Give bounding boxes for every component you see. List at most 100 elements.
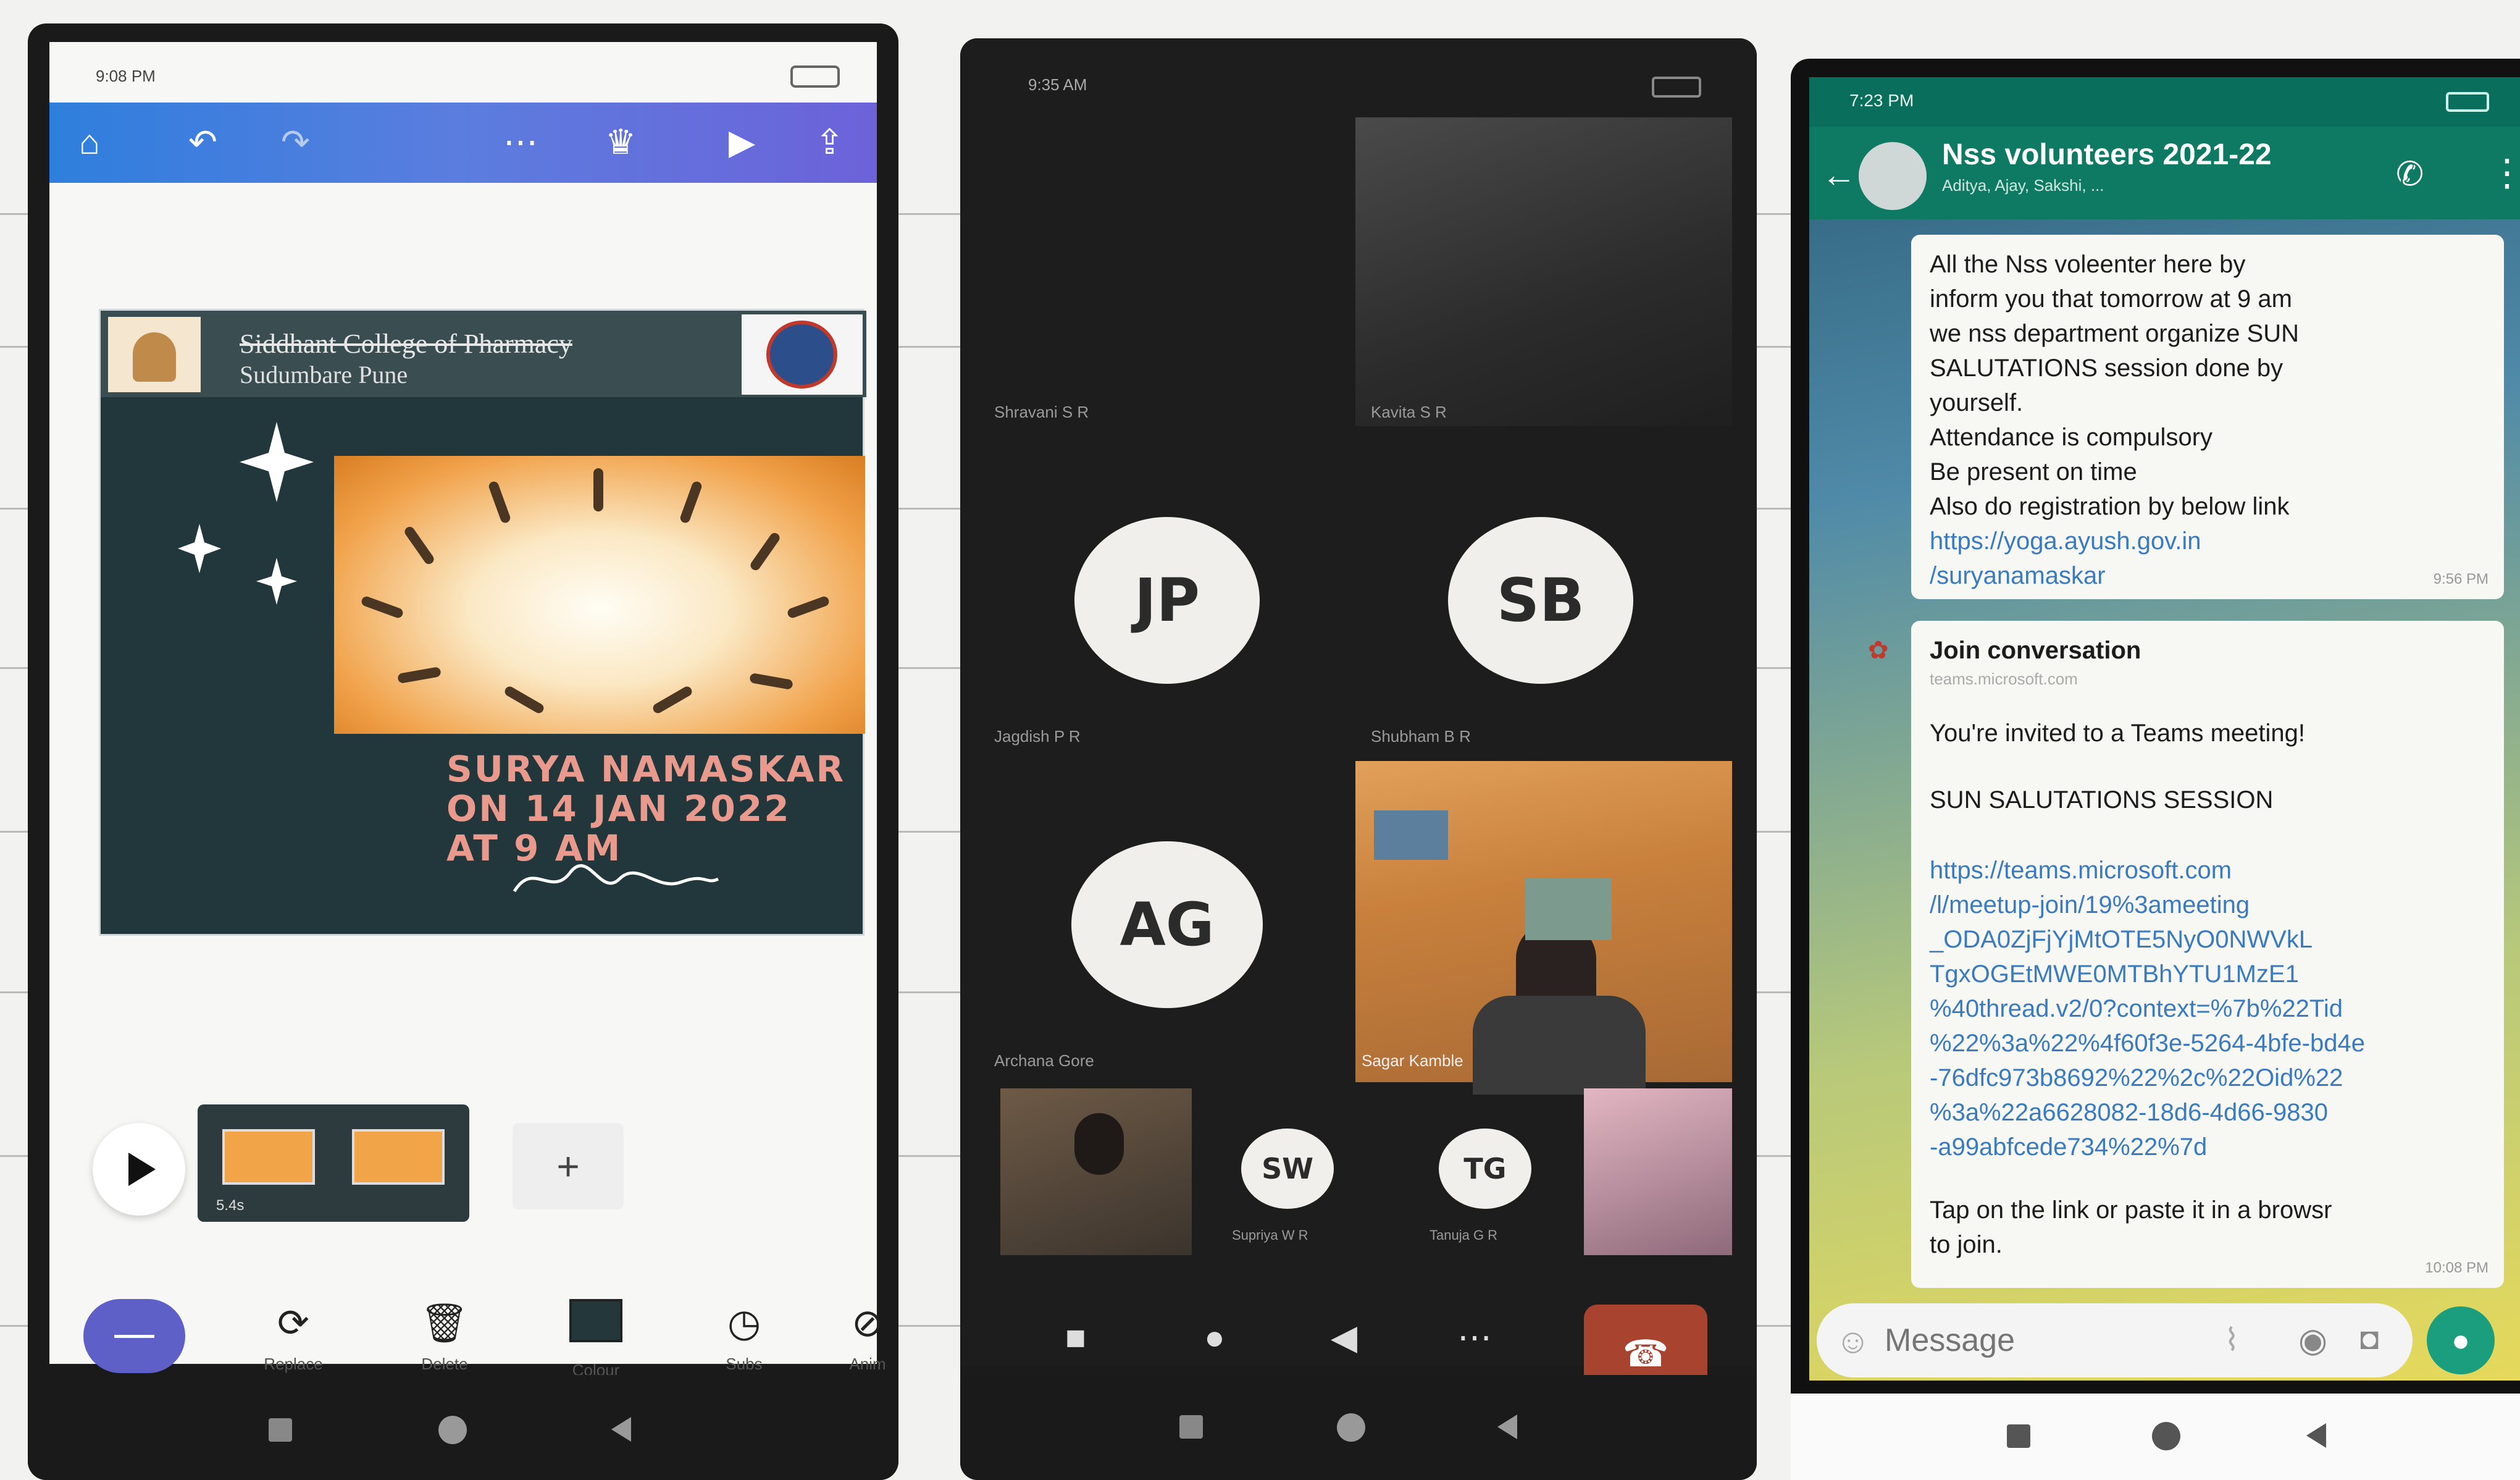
more-icon[interactable]: ⋯ xyxy=(1457,1317,1492,1358)
participant-video-small[interactable] xyxy=(1584,1088,1732,1255)
message-input-bar: ☺ ⌇ ◉ ◘ xyxy=(1817,1303,2413,1377)
colour-icon xyxy=(550,1299,642,1355)
battery-icon xyxy=(2446,92,2489,112)
home-icon[interactable]: ⌂ xyxy=(79,122,100,162)
replace-tool[interactable]: ⟳ Replace xyxy=(247,1299,340,1374)
attach-icon[interactable]: ⌇ xyxy=(2224,1322,2239,1358)
battery-icon xyxy=(1652,77,1701,98)
call-add-icon[interactable]: ✆ xyxy=(2396,154,2424,193)
message-time: 9:56 PM xyxy=(2433,571,2489,587)
status-time: 9:35 AM xyxy=(1028,75,1087,94)
emoji-icon[interactable]: ☺ xyxy=(1835,1321,1870,1361)
play-icon[interactable]: ▶ xyxy=(729,122,755,162)
anim-label: Anim xyxy=(849,1355,886,1373)
teams-link-line: TgxOGEtMWE0MTBhYTU1MzE1 xyxy=(1930,961,2299,988)
timeline-play-button[interactable] xyxy=(93,1123,185,1216)
participant-name: Shravani S R xyxy=(994,403,1089,421)
teams-link-line: %22%3a%22%4f60f3e-5264-4bfe-bd4e xyxy=(1930,1030,2365,1057)
camera-icon[interactable]: ■ xyxy=(1065,1317,1086,1357)
camera-icon[interactable]: ◘ xyxy=(2360,1321,2379,1356)
message-input[interactable] xyxy=(1885,1316,2193,1365)
teams-link[interactable]: https://teams.microsoft.com /l/meetup-jo… xyxy=(1930,853,2485,1164)
android-navbar xyxy=(1791,1394,2520,1480)
android-navbar xyxy=(28,1375,898,1480)
message-time: 10:08 PM xyxy=(2425,1259,2489,1276)
add-clip-button[interactable]: + xyxy=(513,1123,624,1209)
sender-icon: ✿ xyxy=(1868,637,1889,664)
back-icon[interactable] xyxy=(611,1417,631,1442)
signature-scribble xyxy=(513,864,719,893)
chat-title[interactable]: Nss volunteers 2021-22 xyxy=(1942,138,2272,172)
back-icon[interactable] xyxy=(2306,1423,2326,1448)
sparkle-icon xyxy=(178,422,314,605)
clip-duration: 5.4s xyxy=(216,1197,245,1214)
crown-icon[interactable]: ♛ xyxy=(605,122,636,162)
avatar[interactable]: TG xyxy=(1439,1129,1531,1209)
anim-tool[interactable]: ⊘ Anim xyxy=(821,1299,898,1374)
colour-tool[interactable]: Colour xyxy=(550,1299,642,1380)
chat-screen: 7:23 PM ← Nss volunteers 2021-22 Aditya,… xyxy=(1809,77,2520,1381)
recents-icon[interactable] xyxy=(269,1418,292,1442)
college-logo-right xyxy=(742,314,863,395)
headline-line-2: ON 14 JAN 2022 xyxy=(446,788,791,830)
phone-teams-call: 9:35 AM Shravani S R Kavita S R JP SB Ja… xyxy=(960,38,1757,1480)
phone-video-editor: 9:08 PM ⌂ ↶ ↷ ⋯ ♛ ▶ ⇪ Siddhant College o… xyxy=(28,23,898,1480)
back-icon[interactable] xyxy=(1497,1415,1517,1439)
chat-header: ← Nss volunteers 2021-22 Aditya, Ajay, S… xyxy=(1809,127,2520,219)
home-nav-icon[interactable] xyxy=(438,1416,467,1444)
headline-line-1: SURYA NAMASKAR xyxy=(446,748,846,790)
delete-label: Delete xyxy=(421,1355,468,1373)
join-title[interactable]: Join conversation xyxy=(1930,633,2485,668)
registration-link[interactable]: https://yoga.ayush.gov.in xyxy=(1930,524,2485,558)
home-nav-icon[interactable] xyxy=(1337,1413,1365,1442)
teams-link-line: %3a%22a6628082-18d6-4d66-9830 xyxy=(1930,1099,2328,1126)
recents-icon[interactable] xyxy=(2007,1424,2030,1448)
rupee-icon[interactable]: ◉ xyxy=(2298,1321,2327,1360)
participant-name: Jagdish P R xyxy=(994,727,1081,746)
mic-icon[interactable]: ● xyxy=(1204,1317,1225,1357)
group-avatar[interactable] xyxy=(1859,142,1927,210)
mic-button[interactable]: ● xyxy=(2427,1306,2495,1374)
avatar[interactable]: AG xyxy=(1071,841,1263,1008)
share-icon[interactable]: ⇪ xyxy=(815,122,844,162)
message-line: we nss department organize SUN xyxy=(1930,320,2300,347)
college-logo-left xyxy=(108,317,201,392)
avatar[interactable]: SW xyxy=(1241,1129,1334,1209)
menu-icon[interactable]: ⋮ xyxy=(2489,151,2520,195)
teams-link-line: _ODA0ZjFjYjMtOTE5NyO0NWVkL xyxy=(1930,926,2313,953)
delete-tool[interactable]: 🗑 Delete xyxy=(398,1299,491,1374)
avatar[interactable]: JP xyxy=(1074,517,1260,684)
participant-video-small[interactable] xyxy=(1000,1088,1192,1255)
message-bubble[interactable]: All the Nss voleenter here by inform you… xyxy=(1911,235,2504,599)
add-element-button[interactable] xyxy=(83,1299,185,1373)
more-icon[interactable]: ⋯ xyxy=(503,122,538,162)
participant-video-main[interactable]: Sagar Kamble xyxy=(1355,761,1732,1095)
undo-icon[interactable]: ↶ xyxy=(188,122,217,162)
participant-video-top[interactable] xyxy=(1355,117,1732,426)
teams-link-line: -76dfc973b8692%22%2c%22Oid%22 xyxy=(1930,1064,2343,1091)
participant-name: Kavita S R xyxy=(1371,403,1447,421)
teams-link-line: %40thread.v2/0?context=%7b%22Tid xyxy=(1930,995,2343,1022)
video-clip[interactable]: 5.4s xyxy=(198,1104,469,1222)
redo-icon[interactable]: ↷ xyxy=(281,122,310,162)
speaker-icon[interactable]: ◀ xyxy=(1331,1317,1357,1358)
teams-link-line: -a99abfcede734%22%7d xyxy=(1930,1133,2208,1161)
surya-namaskar-image xyxy=(334,456,865,734)
message-line: Be present on time xyxy=(1930,458,2137,486)
avatar[interactable]: SB xyxy=(1448,517,1633,684)
message-line: inform you that tomorrow at 9 am xyxy=(1930,285,2292,313)
subs-tool[interactable]: ◷ Subs xyxy=(698,1299,790,1374)
join-domain: teams.microsoft.com xyxy=(1930,670,2078,688)
design-slide[interactable]: Siddhant College of Pharmacy Sudumbare P… xyxy=(99,309,866,936)
event-headline: SURYA NAMASKAR ON 14 JAN 2022 AT 9 AM xyxy=(446,749,845,868)
teams-link-line: https://teams.microsoft.com xyxy=(1930,857,2232,884)
teams-invite-bubble[interactable]: Join conversation teams.microsoft.com Yo… xyxy=(1911,621,2504,1288)
editor-screen: 9:08 PM ⌂ ↶ ↷ ⋯ ♛ ▶ ⇪ Siddhant College o… xyxy=(49,42,886,1379)
recents-icon[interactable] xyxy=(1179,1415,1203,1439)
registration-link[interactable]: /suryanamaskar xyxy=(1930,558,2485,593)
tap-instruction: to join. xyxy=(1930,1231,2003,1258)
message-line: Also do registration by below link xyxy=(1930,493,2290,520)
back-arrow-icon[interactable]: ← xyxy=(1822,154,1856,195)
clock-icon: ◷ xyxy=(727,1302,761,1345)
home-nav-icon[interactable] xyxy=(2152,1422,2180,1450)
